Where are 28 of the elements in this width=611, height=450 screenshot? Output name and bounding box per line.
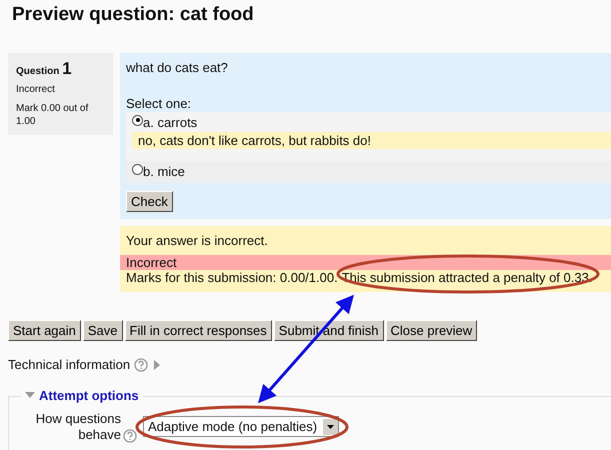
feedback-state: Incorrect bbox=[120, 255, 611, 270]
triangle-icon[interactable] bbox=[152, 360, 162, 370]
technical-information-link[interactable]: Technical information bbox=[8, 357, 130, 372]
action-button[interactable]: Close preview bbox=[386, 320, 478, 341]
help-icon[interactable] bbox=[134, 358, 148, 372]
check-button[interactable]: Check bbox=[126, 191, 173, 212]
action-button[interactable]: Fill in correct responses bbox=[124, 320, 272, 341]
triangle-icon[interactable] bbox=[25, 391, 35, 400]
question-mark: Mark 0.00 out of 1.00 bbox=[16, 102, 90, 128]
action-button[interactable]: Submit and finish bbox=[274, 320, 384, 341]
dropdown-icon bbox=[323, 418, 338, 434]
behaviour-select[interactable]: Adaptive mode (no penalties) bbox=[143, 416, 340, 437]
field-label: How questions behave bbox=[34, 411, 121, 443]
question-number: Question 1 bbox=[16, 59, 73, 79]
radio-button[interactable] bbox=[132, 164, 143, 174]
general-feedback: Your answer is incorrect. bbox=[126, 233, 269, 248]
question-text: what do cats eat? bbox=[126, 60, 229, 77]
action-button[interactable]: Save bbox=[82, 320, 123, 341]
radio-button[interactable] bbox=[132, 114, 143, 126]
answer-label: b. mice bbox=[143, 164, 185, 179]
question-prompt: Select one: bbox=[126, 96, 192, 111]
question-state: Incorrect bbox=[16, 83, 56, 96]
help-icon[interactable] bbox=[123, 429, 137, 443]
answer-label: a. carrots bbox=[143, 115, 198, 130]
page-title: Preview question: cat food bbox=[11, 3, 255, 27]
action-button[interactable]: Start again bbox=[8, 320, 81, 341]
marks-text: Marks for this submission: 0.00/1.00. bbox=[126, 270, 338, 285]
answer-feedback: no, cats don't like carrots, but rabbits do! bbox=[132, 132, 611, 149]
